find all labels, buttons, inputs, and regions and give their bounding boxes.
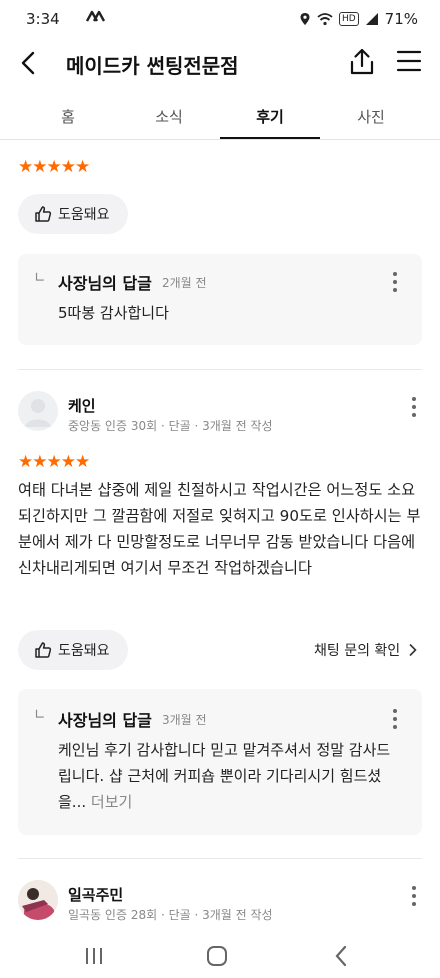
thumbs-up-icon — [35, 642, 52, 658]
reply-owner-label: 사장님의 답글 — [58, 274, 152, 293]
location-icon — [300, 13, 310, 25]
status-bar: 3:34 HD 71% — [0, 0, 440, 38]
thumbs-up-icon — [35, 206, 52, 222]
review-2-helpful-button[interactable]: 도움돼요 — [18, 630, 128, 670]
back-nav-icon[interactable] — [334, 945, 348, 967]
reply-text: 5따봉 감사합니다 — [58, 304, 169, 322]
reply-owner-label: 사장님의 답글 — [58, 711, 152, 730]
reply-more-button[interactable] — [392, 272, 398, 296]
reply-time: 2개월 전 — [162, 276, 207, 290]
battery-percent: 71% — [384, 10, 418, 28]
reviewer-meta: 일곡동 인증 28회 · 단골 · 3개월 전 작성 — [68, 908, 273, 922]
share-button[interactable] — [346, 46, 378, 78]
review-more-button[interactable] — [411, 886, 417, 910]
recent-apps-icon[interactable] — [84, 946, 104, 966]
review-1-stars: ★★★★★ — [18, 157, 90, 177]
tab-bar: 홈 소식 후기 사진 — [0, 96, 440, 140]
chat-inquiry-label: 채팅 문의 확인 — [314, 643, 401, 659]
back-button[interactable] — [14, 48, 44, 78]
active-tab-indicator — [220, 137, 320, 139]
reply-text-block: 케인님 후기 감사합니다 믿고 맡겨주셔서 정말 감사드립니다. 샵 근처에 커… — [58, 737, 398, 815]
default-avatar-icon — [25, 399, 51, 427]
helpful-label: 도움돼요 — [58, 643, 110, 659]
wifi-icon — [317, 13, 333, 26]
reply-corner-icon: ∟ — [34, 707, 46, 723]
share-icon — [350, 48, 374, 75]
reply-more-link[interactable]: 더보기 — [91, 793, 132, 811]
back-arrow-icon — [21, 51, 35, 75]
avatar[interactable] — [18, 391, 58, 431]
review-2-stars: ★★★★★ — [18, 452, 90, 472]
tab-home[interactable]: 홈 — [18, 106, 118, 127]
avatar[interactable] — [18, 880, 58, 920]
reply-time: 3개월 전 — [162, 713, 207, 727]
app-bar: 메이드카 썬팅전문점 — [0, 38, 440, 90]
reviewer-meta: 중앙동 인증 30회 · 단골 · 3개월 전 작성 — [68, 419, 273, 433]
review-2-owner-reply: ∟ 사장님의 답글 3개월 전 케인님 후기 감사합니다 믿고 맡겨주셔서 정말… — [18, 689, 422, 835]
menu-button[interactable] — [394, 46, 424, 76]
review-1-owner-reply: ∟ 사장님의 답글 2개월 전 5따봉 감사합니다 — [18, 254, 422, 345]
reply-corner-icon: ∟ — [34, 270, 46, 286]
reply-more-button[interactable] — [392, 709, 398, 733]
status-right: HD 71% — [299, 10, 418, 28]
home-icon[interactable] — [206, 945, 228, 967]
review-1-helpful-button[interactable]: 도움돼요 — [18, 194, 128, 234]
system-nav-bar — [0, 934, 440, 978]
user-photo-icon — [18, 880, 58, 920]
helpful-label: 도움돼요 — [58, 207, 110, 223]
tab-reviews[interactable]: 후기 — [220, 106, 320, 127]
signal-icon — [365, 13, 378, 25]
review-more-button[interactable] — [411, 397, 417, 421]
hamburger-icon — [396, 50, 422, 72]
notification-icons — [85, 9, 122, 27]
reviewer-name[interactable]: 케인 — [68, 395, 96, 416]
reviewer-name[interactable]: 일곡주민 — [68, 884, 123, 905]
page-title: 메이드카 썬팅전문점 — [66, 54, 239, 78]
chevron-right-icon — [409, 643, 417, 657]
tab-photos[interactable]: 사진 — [321, 106, 421, 127]
review-divider — [18, 858, 422, 859]
chat-inquiry-link[interactable]: 채팅 문의 확인 — [314, 640, 418, 660]
review-divider — [18, 369, 422, 370]
hd-badge: HD — [338, 12, 359, 26]
status-time: 3:34 — [26, 10, 60, 28]
review-body: 여태 다녀본 샵중에 제일 친절하시고 작업시간은 어느정도 소요되긴하지만 그… — [18, 481, 421, 577]
tab-news[interactable]: 소식 — [119, 106, 219, 127]
